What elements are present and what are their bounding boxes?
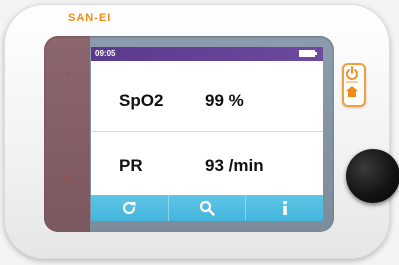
power-home-button[interactable] [342,63,366,107]
pr-reading: PR 93 /min [91,134,323,194]
refresh-button[interactable] [91,195,169,221]
info-button[interactable] [246,195,323,221]
control-knob[interactable] [346,149,399,203]
pr-value: 93 /min [205,156,264,175]
search-button[interactable] [169,195,247,221]
spo2-value: 99 % [205,91,244,110]
info-icon [282,201,287,215]
reading-divider [91,131,323,132]
spo2-label: SpO2 [119,91,164,110]
pr-label: PR [119,156,143,175]
power-home-icon [346,66,358,97]
status-bar: 09:05 [91,47,323,61]
display-screen: 09:05 SpO2 99 % PR 93 /min [91,47,323,221]
sensor-mark-bottom: + [64,174,70,185]
search-icon [199,200,215,216]
brand-logo: SAN-EI [68,12,112,24]
clock: 09:05 [95,49,116,58]
sensor-mark-top: + [64,69,70,80]
sensor-strip [44,36,90,232]
spo2-reading: SpO2 99 % [91,69,323,129]
refresh-icon [123,201,136,215]
battery-full-icon [299,50,317,57]
bottom-toolbar [91,195,323,221]
